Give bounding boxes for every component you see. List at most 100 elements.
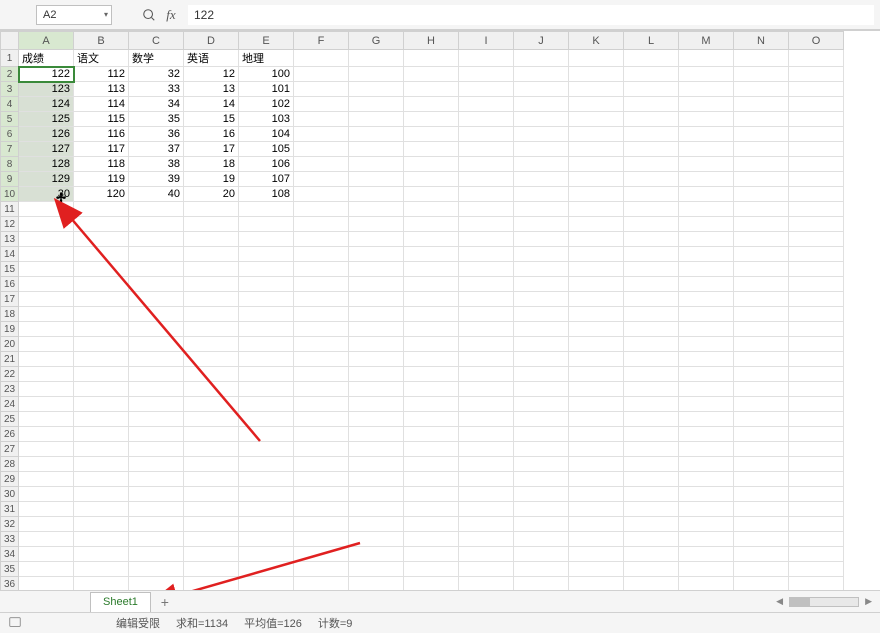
cell[interactable]	[734, 157, 789, 172]
cell[interactable]	[184, 472, 239, 487]
cell[interactable]	[404, 472, 459, 487]
cell[interactable]	[514, 562, 569, 577]
cell[interactable]	[789, 322, 844, 337]
cell[interactable]	[404, 367, 459, 382]
cell[interactable]	[734, 112, 789, 127]
cell[interactable]	[239, 487, 294, 502]
row-header[interactable]: 27	[1, 442, 19, 457]
cell[interactable]	[679, 352, 734, 367]
cell[interactable]	[459, 232, 514, 247]
cell[interactable]	[294, 292, 349, 307]
cell[interactable]	[184, 397, 239, 412]
cell[interactable]	[459, 172, 514, 187]
cell[interactable]	[459, 247, 514, 262]
cell[interactable]	[294, 412, 349, 427]
cell[interactable]	[294, 187, 349, 202]
cell[interactable]	[789, 547, 844, 562]
cell[interactable]	[349, 97, 404, 112]
cell[interactable]	[294, 352, 349, 367]
cell[interactable]: 117	[74, 142, 129, 157]
cell[interactable]	[459, 67, 514, 82]
cell[interactable]	[624, 97, 679, 112]
cell[interactable]	[294, 397, 349, 412]
cell[interactable]	[349, 577, 404, 591]
cell[interactable]	[789, 337, 844, 352]
cell[interactable]	[294, 322, 349, 337]
cell[interactable]	[19, 277, 74, 292]
row-header[interactable]: 35	[1, 562, 19, 577]
cell[interactable]	[184, 457, 239, 472]
cell[interactable]	[349, 517, 404, 532]
cell[interactable]	[624, 502, 679, 517]
cell[interactable]	[349, 547, 404, 562]
cell[interactable]	[514, 202, 569, 217]
row-header[interactable]: 2	[1, 67, 19, 82]
cell[interactable]	[569, 517, 624, 532]
cell[interactable]	[74, 292, 129, 307]
cell[interactable]	[459, 532, 514, 547]
cell[interactable]	[74, 307, 129, 322]
cell[interactable]	[74, 352, 129, 367]
cell[interactable]	[184, 292, 239, 307]
cell[interactable]	[734, 262, 789, 277]
cell[interactable]	[734, 277, 789, 292]
cell[interactable]	[514, 112, 569, 127]
column-header-e[interactable]: E	[239, 32, 294, 50]
cell[interactable]	[184, 367, 239, 382]
cell[interactable]	[569, 202, 624, 217]
cell[interactable]: 126	[19, 127, 74, 142]
cell[interactable]: 12	[184, 67, 239, 82]
cell[interactable]	[184, 382, 239, 397]
cell[interactable]	[19, 382, 74, 397]
cell[interactable]	[569, 337, 624, 352]
cell[interactable]	[789, 427, 844, 442]
cell[interactable]	[239, 232, 294, 247]
cell[interactable]	[349, 352, 404, 367]
cell[interactable]	[624, 307, 679, 322]
cell[interactable]	[569, 97, 624, 112]
cell[interactable]	[294, 367, 349, 382]
cell[interactable]	[239, 382, 294, 397]
cell[interactable]	[789, 82, 844, 97]
cell[interactable]	[789, 292, 844, 307]
cell[interactable]: 36	[129, 127, 184, 142]
cell[interactable]	[129, 502, 184, 517]
cell[interactable]	[514, 397, 569, 412]
cell[interactable]	[349, 307, 404, 322]
row-header[interactable]: 22	[1, 367, 19, 382]
cell[interactable]	[184, 562, 239, 577]
cell[interactable]	[569, 307, 624, 322]
cell[interactable]	[679, 472, 734, 487]
cell[interactable]	[624, 247, 679, 262]
column-header-d[interactable]: D	[184, 32, 239, 50]
cell[interactable]: 37	[129, 142, 184, 157]
cell[interactable]	[459, 187, 514, 202]
cell[interactable]: 104	[239, 127, 294, 142]
cell[interactable]	[624, 262, 679, 277]
cell[interactable]	[239, 472, 294, 487]
cell[interactable]	[789, 442, 844, 457]
cell[interactable]: 数学	[129, 50, 184, 67]
cell[interactable]	[74, 427, 129, 442]
cell[interactable]	[734, 547, 789, 562]
cell[interactable]	[624, 562, 679, 577]
cell[interactable]	[294, 427, 349, 442]
cell[interactable]	[349, 412, 404, 427]
cell[interactable]	[624, 112, 679, 127]
cell[interactable]	[184, 307, 239, 322]
cell[interactable]: 39	[129, 172, 184, 187]
cell[interactable]	[19, 562, 74, 577]
cell[interactable]	[514, 352, 569, 367]
cell[interactable]	[459, 412, 514, 427]
cell[interactable]	[184, 277, 239, 292]
cell[interactable]	[294, 112, 349, 127]
cell[interactable]	[514, 442, 569, 457]
cell[interactable]	[679, 112, 734, 127]
name-box[interactable]: A2 ▾	[36, 5, 112, 25]
cell[interactable]	[624, 517, 679, 532]
cell[interactable]	[404, 262, 459, 277]
cell[interactable]	[569, 127, 624, 142]
cell[interactable]: 13	[184, 82, 239, 97]
cell[interactable]: 119	[74, 172, 129, 187]
cell[interactable]	[349, 50, 404, 67]
